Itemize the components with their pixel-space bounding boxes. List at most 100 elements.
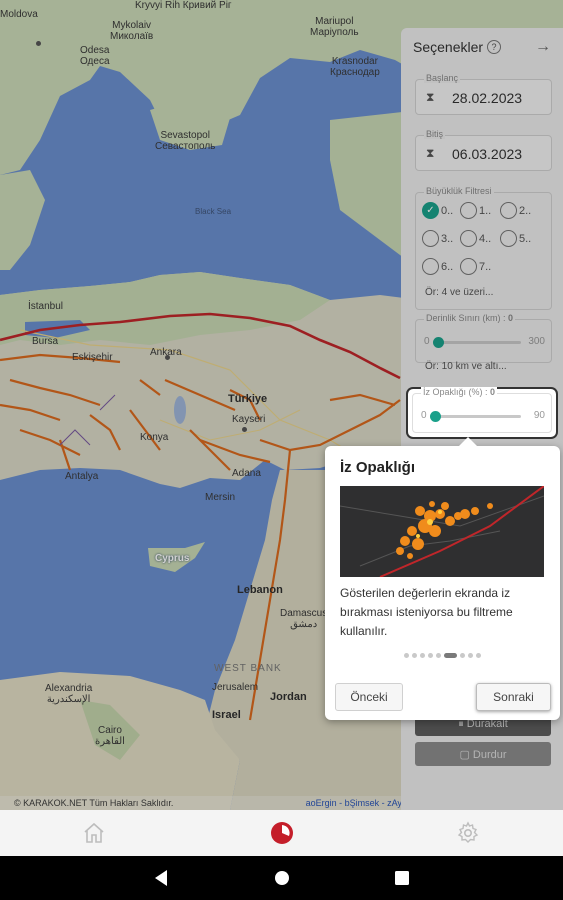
city-dot xyxy=(36,41,41,46)
panel-title: Seçenekler xyxy=(413,39,484,55)
map-label-krasnodar: Krasnodar Краснодар xyxy=(330,56,380,78)
popover-title: İz Opaklığı xyxy=(340,459,416,476)
step-dot xyxy=(420,653,425,658)
step-dot xyxy=(404,653,409,658)
step-dot xyxy=(412,653,417,658)
copyright-text[interactable]: © KARAKOK.NET Tüm Hakları Saklıdır. xyxy=(14,798,173,808)
settings-gear-icon[interactable] xyxy=(456,821,480,845)
map-label-bursa: Bursa xyxy=(32,336,59,347)
app-screen: Moldova Mykolaiv Миколаїв Mariupol Маріу… xyxy=(0,0,563,900)
opacity-max: 90 xyxy=(533,410,545,421)
magnitude-option-6[interactable]: 6.. xyxy=(422,258,453,275)
back-icon[interactable] xyxy=(152,868,170,888)
system-navigation-bar xyxy=(0,856,563,900)
depth-thumb[interactable] xyxy=(433,337,444,348)
magnitude-option-4[interactable]: 4.. xyxy=(460,230,491,247)
step-dot xyxy=(476,653,481,658)
hourglass-icon: ⧗ xyxy=(426,146,435,160)
home-circle-icon[interactable] xyxy=(273,868,291,888)
home-icon[interactable] xyxy=(82,821,106,845)
map-label-istanbul: İstanbul xyxy=(28,301,64,312)
map-label-mariupol: Mariupol Маріуполь xyxy=(310,16,359,38)
map-label-lebanon: Lebanon xyxy=(237,584,283,596)
hourglass-icon: ⧗ xyxy=(426,90,435,104)
map-label-odesa: Odesa Одеса xyxy=(80,45,110,67)
depth-track[interactable] xyxy=(433,337,521,348)
city-dot xyxy=(165,355,170,360)
start-date-value: 28.02.2023 xyxy=(452,90,523,106)
map-label-moldova: Moldova xyxy=(0,9,38,20)
help-icon[interactable]: ? xyxy=(487,40,502,54)
map-label-eskisehir: Eskişehir xyxy=(72,352,113,363)
map-label-turkiye: Türkiye xyxy=(228,393,268,405)
map-label-kayseri: Kayseri xyxy=(232,414,266,425)
step-dot xyxy=(460,653,465,658)
magnitude-option-5[interactable]: 5.. xyxy=(500,230,531,247)
radio-circle xyxy=(422,258,439,275)
opacity-min: 0 xyxy=(421,410,427,421)
collapse-arrow-icon[interactable]: → xyxy=(535,38,551,56)
map-label-adana: Adana xyxy=(232,468,261,479)
magnitude-option-0[interactable]: ✓ 0.. xyxy=(422,202,453,219)
previous-button[interactable]: Önceki xyxy=(335,683,403,711)
popover-text: Gösterilen değerlerin ekranda iz bırakma… xyxy=(340,586,513,638)
map-label-west-bank: WEST BANK xyxy=(214,663,282,674)
panel-header: Seçenekler ? → xyxy=(401,28,563,66)
map-label-israel: Israel xyxy=(212,709,241,721)
depth-slider[interactable]: Derinlik Sınırı (km) : 0 0 300 xyxy=(415,313,552,363)
step-dot xyxy=(436,653,441,658)
magnitude-option-2[interactable]: 2.. xyxy=(500,202,531,219)
map-label-kryvyi: Kryvyi Rih Кривий Ріг xyxy=(135,0,232,11)
map-label-alexandria: Alexandria الإسكندرية xyxy=(45,683,93,705)
radio-circle xyxy=(460,258,477,275)
depth-hint: Ör: 10 km ve altı... xyxy=(425,361,507,372)
map-label-cairo: Cairo القاهرة xyxy=(95,725,125,747)
radio-circle xyxy=(500,230,517,247)
map-label-jerusalem: Jerusalem xyxy=(212,682,259,693)
opacity-slider[interactable]: İz Opaklığı (%) : 0 0 90 xyxy=(412,387,552,433)
radio-circle xyxy=(422,230,439,247)
next-button[interactable]: Sonraki xyxy=(476,683,551,711)
bottom-navigation xyxy=(0,810,563,856)
magnitude-option-1[interactable]: 1.. xyxy=(460,202,491,219)
seismic-icon[interactable] xyxy=(270,821,294,845)
map-label-jordan: Jordan xyxy=(270,691,307,703)
magnitude-hint: Ör: 4 ve üzeri... xyxy=(425,287,494,298)
start-date-field[interactable]: Başlanç ⧗ 28.02.2023 xyxy=(415,73,552,115)
end-date-value: 06.03.2023 xyxy=(452,146,523,162)
depth-max: 300 xyxy=(528,336,545,347)
radio-circle xyxy=(460,230,477,247)
map-label-mersin: Mersin xyxy=(205,492,236,503)
step-indicator xyxy=(325,653,560,658)
opacity-track[interactable] xyxy=(430,411,521,422)
map-label-antalya: Antalya xyxy=(65,471,99,482)
map-label-mykolaiv: Mykolaiv Миколаїв xyxy=(110,20,154,42)
stop-button[interactable]: ▢ Durdur xyxy=(415,742,551,766)
opacity-highlight: İz Opaklığı (%) : 0 0 90 xyxy=(408,387,556,437)
opacity-preview-image xyxy=(340,486,544,577)
magnitude-option-3[interactable]: 3.. xyxy=(422,230,453,247)
radio-circle xyxy=(500,202,517,219)
opacity-label: İz Opaklığı (%) : 0 xyxy=(421,387,498,397)
start-date-label: Başlanç xyxy=(424,73,461,83)
map-label-black-sea: Black Sea xyxy=(195,207,232,216)
step-dot xyxy=(468,653,473,658)
map-label-sevastopol: Sevastopol Севастополь xyxy=(155,130,216,152)
step-dot xyxy=(444,653,457,658)
map-label-cyprus: Cyprus xyxy=(155,553,190,564)
check-icon: ✓ xyxy=(422,202,439,219)
map-label-damascus: Damascus دمشق xyxy=(280,608,328,630)
step-dot xyxy=(428,653,433,658)
opacity-thumb[interactable] xyxy=(430,411,441,422)
radio-circle xyxy=(460,202,477,219)
depth-label: Derinlik Sınırı (km) : 0 xyxy=(424,313,516,323)
depth-min: 0 xyxy=(424,336,430,347)
recents-icon[interactable] xyxy=(393,868,411,888)
end-date-field[interactable]: Bitiş ⧗ 06.03.2023 xyxy=(415,129,552,171)
city-dot xyxy=(242,427,247,432)
tour-popover: İz Opaklığı Gösterilen değerlerin ekrand… xyxy=(325,437,560,720)
map-label-konya: Konya xyxy=(140,432,169,443)
end-date-label: Bitiş xyxy=(424,129,446,139)
magnitude-option-7[interactable]: 7.. xyxy=(460,258,491,275)
magnitude-filter-label: Büyüklük Filtresi xyxy=(424,186,494,196)
